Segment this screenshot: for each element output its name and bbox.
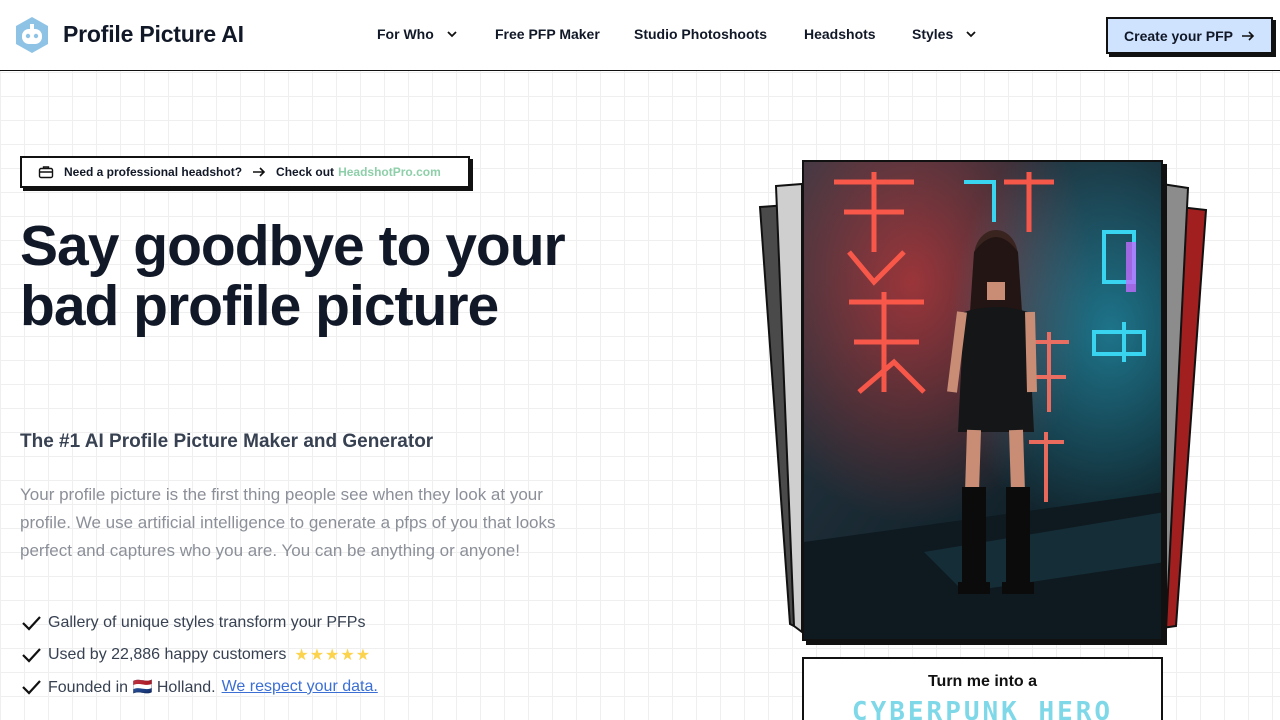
headshot-announcement[interactable]: Need a professional headshot? Check out … xyxy=(20,156,470,188)
nav-headshots-label: Headshots xyxy=(804,26,876,42)
checkmark-icon xyxy=(22,648,41,663)
feature-text: Used by 22,886 happy customers xyxy=(48,646,287,663)
arrow-right-icon xyxy=(253,167,266,177)
nav-free-pfp-maker[interactable]: Free PFP Maker xyxy=(495,26,600,42)
rating-stars-icon: ★★★★★ xyxy=(294,647,372,664)
checkmark-icon xyxy=(22,616,41,631)
nav-free-pfp-maker-label: Free PFP Maker xyxy=(495,26,600,42)
nav-studio-photoshoots-label: Studio Photoshoots xyxy=(634,26,767,42)
cyberpunk-scene-illustration xyxy=(804,162,1161,639)
turn-me-into-text: Turn me into a xyxy=(927,673,1038,690)
nav-for-who-label: For Who xyxy=(377,26,434,42)
create-pfp-button[interactable]: Create your PFP xyxy=(1106,17,1273,54)
hero-description: Your profile picture is the first thing … xyxy=(20,485,556,560)
robot-logo-icon[interactable] xyxy=(13,16,51,54)
announcement-link-prefix: Check out xyxy=(276,165,335,179)
headshotpro-link[interactable]: HeadshotPro.com xyxy=(338,165,441,179)
nav-studio-photoshoots[interactable]: Studio Photoshoots xyxy=(634,26,767,42)
feature-item: Founded in 🇳🇱 Holland. We respect your d… xyxy=(20,671,378,703)
arrow-right-icon xyxy=(1241,30,1255,41)
announcement-text: Need a professional headshot? xyxy=(64,165,243,179)
chevron-down-icon xyxy=(447,31,457,38)
feature-list: Gallery of unique styles transform your … xyxy=(20,607,378,703)
style-name: CYBERPUNK HERO xyxy=(851,697,1114,720)
feature-item: Gallery of unique styles transform your … xyxy=(20,607,378,639)
feature-text: Gallery of unique styles transform your … xyxy=(48,614,366,631)
hero-subtitle: The #1 AI Profile Picture Maker and Gene… xyxy=(20,431,434,452)
chevron-down-icon xyxy=(966,31,976,38)
cyberpunk-portrait-image xyxy=(802,160,1163,641)
hero-title: Say goodbye to your bad profile picture xyxy=(20,214,566,338)
nav-styles[interactable]: Styles xyxy=(912,26,979,42)
feature-item: Used by 22,886 happy customers ★★★★★ xyxy=(20,639,378,671)
respect-data-link[interactable]: We respect your data. xyxy=(222,678,378,696)
briefcase-icon xyxy=(38,166,54,179)
checkmark-icon xyxy=(22,680,41,695)
style-label-card: Turn me into a CYBERPUNK HERO xyxy=(802,657,1163,720)
site-header: Profile Picture AI For Who Free PFP Make… xyxy=(0,0,1280,71)
nav-headshots[interactable]: Headshots xyxy=(804,26,876,42)
nav-for-who[interactable]: For Who xyxy=(377,26,460,42)
brand-name[interactable]: Profile Picture AI xyxy=(63,21,244,48)
feature-text: Founded in 🇳🇱 Holland. xyxy=(48,679,216,696)
create-pfp-label: Create your PFP xyxy=(1124,27,1233,44)
nav-styles-label: Styles xyxy=(912,26,954,42)
